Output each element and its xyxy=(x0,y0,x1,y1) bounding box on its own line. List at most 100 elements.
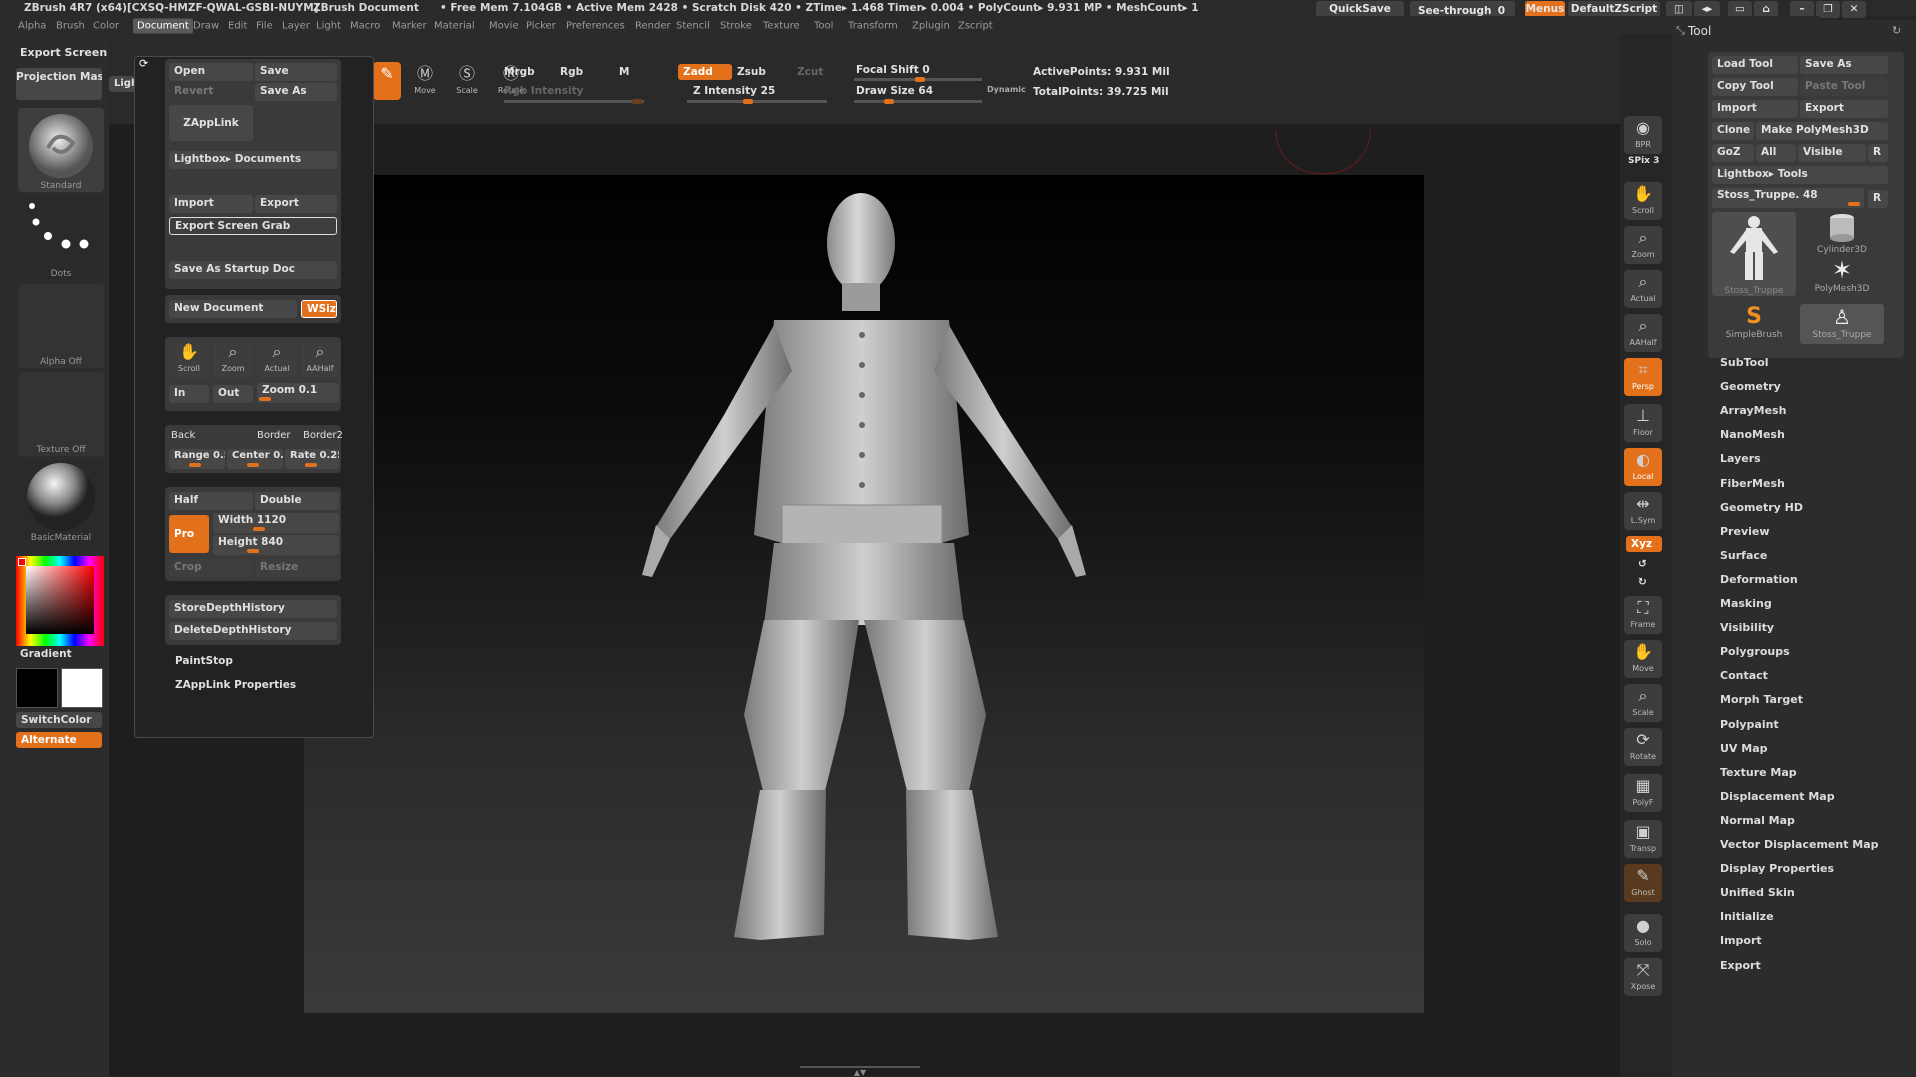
tool-section-subtool[interactable]: SubTool xyxy=(1720,356,1769,369)
aahalf-button-r[interactable]: ⌕ AAHalf xyxy=(1624,314,1662,352)
rotate-y-icon[interactable]: ↻ xyxy=(1638,576,1647,588)
projection-master-button[interactable]: Projection Master xyxy=(16,68,102,100)
polyf-button[interactable]: ▦ PolyF xyxy=(1624,774,1662,812)
dynamic-toggle[interactable]: Dynamic xyxy=(987,85,1026,94)
current-tool-slider[interactable]: Stoss_Truppe. 48 xyxy=(1712,188,1864,208)
crop-button[interactable]: Crop xyxy=(169,559,253,577)
clone-button[interactable]: Clone xyxy=(1712,122,1754,140)
z-intensity-slider[interactable]: Z Intensity 25 xyxy=(693,85,775,97)
copy-tool-button[interactable]: Copy Tool xyxy=(1712,78,1798,96)
menu-alpha[interactable]: Alpha xyxy=(18,21,46,32)
rate-slider[interactable]: Rate 0.25 xyxy=(285,449,339,469)
load-tool-button[interactable]: Load Tool xyxy=(1712,56,1798,74)
range-slider[interactable]: Range 0.5 xyxy=(169,449,225,469)
save-startup-doc-button[interactable]: Save As Startup Doc xyxy=(169,261,337,279)
tool-section-nanomesh[interactable]: NanoMesh xyxy=(1720,428,1785,441)
export-button[interactable]: Export xyxy=(255,195,337,213)
tool-section-morph-target[interactable]: Morph Target xyxy=(1720,693,1803,706)
brush-thumbnail[interactable]: Standard xyxy=(18,108,104,192)
tool-section-arraymesh[interactable]: ArrayMesh xyxy=(1720,404,1786,417)
tool-section-polygroups[interactable]: Polygroups xyxy=(1720,645,1790,658)
primary-color-swatch[interactable] xyxy=(61,668,103,708)
menu-marker[interactable]: Marker xyxy=(392,21,427,32)
tool-import-button[interactable]: Import xyxy=(1712,100,1798,118)
menu-color[interactable]: Color xyxy=(93,21,119,32)
menu-draw[interactable]: Draw xyxy=(193,21,219,32)
paintstop-item[interactable]: PaintStop xyxy=(175,655,233,667)
pro-button[interactable]: Pro xyxy=(169,515,209,553)
goz-visible-button[interactable]: Visible xyxy=(1798,144,1866,162)
zoom-button[interactable]: ⌕ Zoom xyxy=(213,340,253,378)
import-button[interactable]: Import xyxy=(169,195,253,213)
zadd-button[interactable]: Zadd xyxy=(678,64,732,80)
scroll-button-r[interactable]: ✋ Scroll xyxy=(1624,182,1662,220)
texture-thumbnail[interactable]: Texture Off xyxy=(18,372,104,456)
menu-file[interactable]: File xyxy=(256,21,273,32)
bottom-tray-handle[interactable]: ▲▼ xyxy=(800,1066,920,1077)
local-button[interactable]: ◐ Local xyxy=(1624,448,1662,486)
lsym-button[interactable]: ⇹ L.Sym xyxy=(1624,492,1662,530)
delete-depth-history-button[interactable]: DeleteDepthHistory xyxy=(169,622,337,640)
tool-section-import[interactable]: Import xyxy=(1720,934,1762,947)
store-depth-history-button[interactable]: StoreDepthHistory xyxy=(169,600,337,618)
tool-section-geometry-hd[interactable]: Geometry HD xyxy=(1720,501,1803,514)
menu-transform[interactable]: Transform xyxy=(848,21,898,32)
tool-thumb-simplebrush[interactable]: S SimpleBrush xyxy=(1712,304,1796,344)
menu-macro[interactable]: Macro xyxy=(350,21,380,32)
xpose-button[interactable]: ⤧ Xpose xyxy=(1624,958,1662,996)
tool-section-preview[interactable]: Preview xyxy=(1720,525,1770,538)
tool-section-texture-map[interactable]: Texture Map xyxy=(1720,766,1797,779)
actual-button-r[interactable]: ⌕ Actual xyxy=(1624,270,1662,308)
menu-document[interactable]: Document xyxy=(133,18,193,34)
soldier-model[interactable] xyxy=(304,175,1424,1013)
half-button[interactable]: Half xyxy=(169,492,253,510)
center-slider[interactable]: Center 0. xyxy=(227,449,283,469)
new-document-button[interactable]: New Document xyxy=(169,300,297,318)
menu-stencil[interactable]: Stencil xyxy=(676,21,710,32)
menu-movie[interactable]: Movie xyxy=(489,21,519,32)
width-slider[interactable]: Width 1120 xyxy=(213,513,339,533)
frame-button[interactable]: ⛶ Frame xyxy=(1624,596,1662,634)
rotate-button-r[interactable]: ⟳ Rotate xyxy=(1624,728,1662,766)
wsize-button[interactable]: WSize xyxy=(301,300,337,318)
tool-section-surface[interactable]: Surface xyxy=(1720,549,1767,562)
tool-save-as-button[interactable]: Save As xyxy=(1800,56,1888,74)
rgb-button[interactable]: Rgb xyxy=(560,66,583,78)
menu-layer[interactable]: Layer xyxy=(282,21,310,32)
close-window-icon[interactable]: ✕ xyxy=(1842,1,1866,18)
zcut-button[interactable]: Zcut xyxy=(797,66,823,78)
tool-section-vector-displacement-map[interactable]: Vector Displacement Map xyxy=(1720,838,1879,851)
menu-preferences[interactable]: Preferences xyxy=(566,21,625,32)
bpr-button[interactable]: ◉ BPR xyxy=(1624,116,1662,154)
menu-edit[interactable]: Edit xyxy=(228,21,247,32)
tool-section-initialize[interactable]: Initialize xyxy=(1720,910,1774,923)
zapplink-properties-item[interactable]: ZAppLink Properties xyxy=(175,679,296,691)
menu-texture[interactable]: Texture xyxy=(763,21,800,32)
lightbox-tools-button[interactable]: Lightbox▸ Tools xyxy=(1712,166,1888,184)
draw-toggle-button[interactable]: ✎ xyxy=(373,62,401,100)
material-thumbnail[interactable]: BasicMaterial xyxy=(18,460,104,544)
undock-icon[interactable]: ⟳ xyxy=(139,57,148,70)
focal-shift-slider[interactable]: Focal Shift 0 xyxy=(856,64,930,76)
double-button[interactable]: Double xyxy=(255,492,339,510)
zoom-out-button[interactable]: Out xyxy=(213,385,253,403)
persp-button[interactable]: ⌗ Persp xyxy=(1624,358,1662,396)
menu-tool[interactable]: Tool xyxy=(814,21,833,32)
tool-section-polypaint[interactable]: Polypaint xyxy=(1720,718,1779,731)
make-polymesh3d-button[interactable]: Make PolyMesh3D xyxy=(1756,122,1888,140)
z-intensity-track[interactable] xyxy=(687,99,827,104)
refresh-icon[interactable]: ↻ xyxy=(1892,24,1901,37)
lightbox-documents-button[interactable]: Lightbox▸ Documents xyxy=(169,151,337,169)
tool-export-button[interactable]: Export xyxy=(1800,100,1888,118)
resize-button[interactable]: Resize xyxy=(255,559,339,577)
open-button[interactable]: Open xyxy=(169,63,253,81)
rotate-z-icon[interactable]: ↺ xyxy=(1638,558,1647,570)
m-button[interactable]: M xyxy=(619,66,629,78)
back-button[interactable]: Back xyxy=(171,430,195,441)
zapplink-button[interactable]: ZAppLink xyxy=(169,105,253,141)
floor-button[interactable]: ⊥ Floor xyxy=(1624,404,1662,442)
tool-thumb-cylinder3d[interactable]: Cylinder3D xyxy=(1800,212,1884,255)
actual-button[interactable]: ⌕ Actual xyxy=(257,340,297,378)
tool-section-display-properties[interactable]: Display Properties xyxy=(1720,862,1834,875)
goz-all-button[interactable]: All xyxy=(1756,144,1796,162)
